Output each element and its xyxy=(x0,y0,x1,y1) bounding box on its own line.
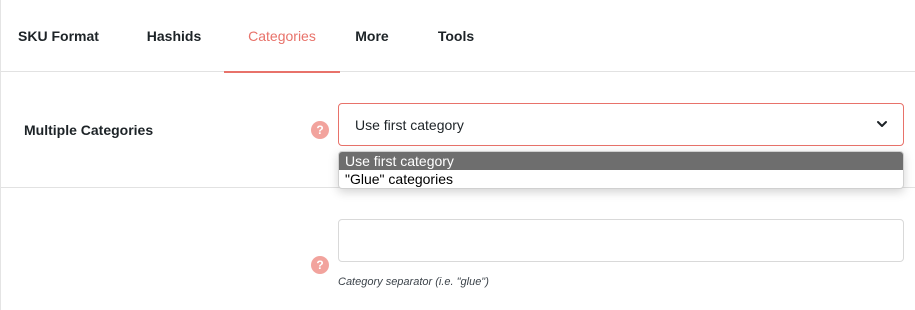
tab-tools[interactable]: Tools xyxy=(425,0,487,72)
multiple-categories-select[interactable]: Use first category xyxy=(338,103,904,146)
chevron-down-icon xyxy=(877,121,887,127)
category-separator-input[interactable] xyxy=(338,219,904,262)
tab-hashids[interactable]: Hashids xyxy=(136,0,212,72)
tab-more[interactable]: More xyxy=(347,0,397,72)
option-glue-categories[interactable]: "Glue" categories xyxy=(339,170,903,188)
tab-bar: SKU Format Hashids Categories More Tools xyxy=(1,0,915,73)
category-separator-description: Category separator (i.e. "glue") xyxy=(338,276,489,288)
dropdown-list: Use first category "Glue" categories xyxy=(338,151,904,189)
multiple-categories-label: Multiple Categories xyxy=(24,122,154,138)
option-use-first-category[interactable]: Use first category xyxy=(339,152,903,170)
select-value: Use first category xyxy=(355,116,464,133)
settings-panel: SKU Format Hashids Categories More Tools… xyxy=(0,0,915,310)
tab-categories[interactable]: Categories xyxy=(224,0,340,73)
help-icon[interactable]: ? xyxy=(311,256,329,274)
tab-sku-format[interactable]: SKU Format xyxy=(11,0,106,72)
help-icon[interactable]: ? xyxy=(311,121,329,139)
